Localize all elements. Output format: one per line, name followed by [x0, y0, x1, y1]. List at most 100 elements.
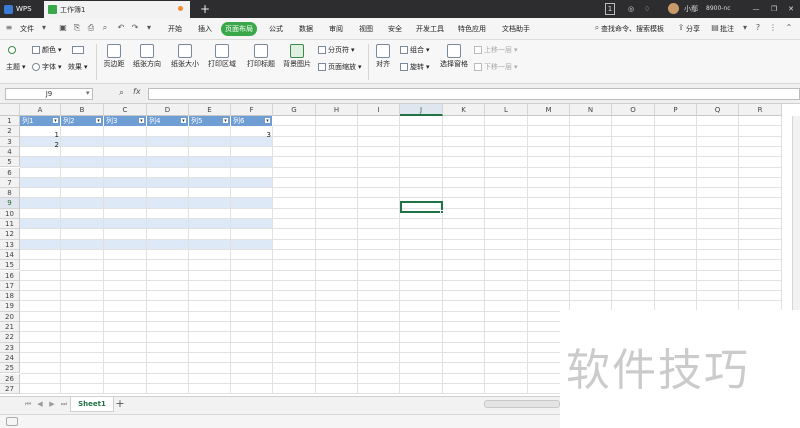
table-header-cell[interactable]: 列3 ▾ [104, 116, 147, 126]
tab-review[interactable]: 审阅 [324, 22, 348, 36]
row-header-19[interactable]: 19 [0, 301, 20, 312]
row-header-6[interactable]: 6 [0, 167, 20, 178]
last-sheet-icon[interactable]: ⏭ [60, 400, 68, 408]
row-header-7[interactable]: 7 [0, 177, 20, 189]
tab-special[interactable]: 特色应用 [454, 22, 490, 36]
name-box[interactable]: J9 [5, 88, 93, 100]
theme-icon[interactable] [8, 45, 16, 55]
macro-record-icon[interactable] [6, 417, 18, 426]
add-sheet-button[interactable]: + [114, 397, 126, 411]
chevron-down-icon[interactable]: ▾ [86, 89, 90, 97]
bring-forward-button[interactable]: 上移一层 ▾ [474, 45, 518, 55]
table-header-cell[interactable]: 列2 ▾ [61, 116, 104, 126]
align-button[interactable]: 对齐 [372, 44, 394, 69]
row-header-27[interactable]: 27 [0, 383, 20, 395]
column-header-P[interactable]: P [655, 104, 697, 116]
row-header-20[interactable]: 20 [0, 311, 20, 322]
row-header-23[interactable]: 23 [0, 342, 20, 353]
active-cell-J9[interactable] [400, 201, 444, 214]
tab-security[interactable]: 安全 [383, 22, 407, 36]
tab-doc-assistant[interactable]: 文档助手 [498, 22, 534, 36]
filter-dropdown-icon[interactable]: ▾ [180, 117, 187, 124]
minimize-button[interactable]: — [750, 3, 762, 15]
chevron-down-icon[interactable]: ▾ [740, 23, 750, 33]
table-header-cell[interactable]: 列4 ▾ [147, 116, 189, 126]
row-header-1[interactable]: 1 [0, 116, 20, 127]
cell-A2[interactable]: 1 [20, 131, 61, 139]
hamburger-icon[interactable]: ≡ [5, 23, 13, 33]
orientation-button[interactable]: 纸张方向 [130, 44, 164, 69]
print-titles-button[interactable]: 打印标题 [244, 44, 278, 69]
fill-handle[interactable] [440, 210, 444, 214]
prev-sheet-icon[interactable]: ◀ [36, 400, 44, 408]
group-button[interactable]: 组合 ▾ [400, 45, 430, 55]
row-header-13[interactable]: 13 [0, 239, 20, 250]
formula-input[interactable] [148, 88, 800, 100]
avatar[interactable] [668, 3, 679, 14]
redo-icon[interactable]: ↷ [130, 23, 140, 33]
filter-dropdown-icon[interactable]: ▾ [52, 117, 59, 124]
row-header-25[interactable]: 25 [0, 363, 20, 374]
fonts-button[interactable]: 字体 ▾ [32, 62, 62, 72]
row-header-17[interactable]: 17 [0, 280, 20, 292]
tab-insert[interactable]: 插入 [193, 22, 217, 36]
wps-home-tab[interactable]: WPS [0, 0, 44, 18]
document-tab[interactable]: 工作簿1 [44, 1, 190, 18]
filter-dropdown-icon[interactable]: ▾ [222, 117, 229, 124]
menu-file[interactable]: 文件 [16, 22, 38, 36]
column-header-M[interactable]: M [528, 104, 570, 116]
table-header-cell[interactable]: 列6 ▾ [231, 116, 273, 126]
cell-A3[interactable]: 2 [20, 141, 61, 149]
fx-icon[interactable]: fx [133, 87, 141, 96]
skin-icon[interactable]: ◎ [628, 3, 638, 15]
theme-button[interactable]: 主题 ▾ [6, 62, 26, 72]
column-header-O[interactable]: O [612, 104, 655, 116]
breaks-button[interactable]: 分页符 ▾ [318, 45, 355, 55]
print-icon[interactable]: ⎙ [86, 23, 96, 33]
filter-dropdown-icon[interactable]: ▾ [95, 117, 102, 124]
row-header-9[interactable]: 9 [0, 198, 20, 209]
filter-dropdown-icon[interactable]: ▾ [138, 117, 145, 124]
row-header-11[interactable]: 11 [0, 219, 20, 230]
row-header-18[interactable]: 18 [0, 291, 20, 302]
comment-icon[interactable]: ▤ [710, 23, 720, 33]
effects-button[interactable]: 效果 ▾ [68, 62, 88, 72]
column-header-Q[interactable]: Q [697, 104, 739, 116]
tab-page-layout[interactable]: 页面布局 [221, 22, 257, 36]
cell-F2[interactable]: 3 [231, 131, 273, 139]
row-header-4[interactable]: 4 [0, 146, 20, 158]
column-header-J[interactable]: J [400, 104, 443, 116]
page-zoom-button[interactable]: 页面缩放 ▾ [318, 62, 362, 72]
column-header-R[interactable]: R [739, 104, 782, 116]
tab-developer[interactable]: 开发工具 [412, 22, 448, 36]
maximize-button[interactable]: ❐ [768, 3, 780, 15]
column-header-G[interactable]: G [273, 104, 316, 116]
column-header-B[interactable]: B [61, 104, 104, 116]
filter-dropdown-icon[interactable]: ▾ [264, 117, 271, 124]
shirt-icon[interactable]: ♢ [644, 3, 654, 15]
row-header-21[interactable]: 21 [0, 322, 20, 333]
export-pdf-icon[interactable]: ⎘ [72, 23, 82, 33]
share-icon[interactable]: ⇪ [676, 23, 686, 33]
page-count-badge[interactable]: 1 [605, 3, 615, 15]
chevron-down-icon[interactable]: ▾ [144, 23, 154, 33]
zoom-icon[interactable]: ⌕ [119, 88, 124, 98]
print-area-button[interactable]: 打印区域 [205, 44, 239, 69]
effects-icon[interactable] [72, 45, 84, 55]
row-header-16[interactable]: 16 [0, 270, 20, 281]
row-header-3[interactable]: 3 [0, 136, 20, 147]
row-header-22[interactable]: 22 [0, 332, 20, 343]
comment-button[interactable]: 批注 [720, 22, 740, 36]
collapse-ribbon-icon[interactable]: ⌃ [784, 23, 794, 33]
close-button[interactable]: ✕ [785, 3, 797, 15]
rotate-button[interactable]: 旋转 ▾ [400, 62, 430, 72]
save-icon[interactable]: ▣ [58, 23, 68, 33]
column-header-L[interactable]: L [485, 104, 528, 116]
undo-icon[interactable]: ↶ [116, 23, 126, 33]
tab-view[interactable]: 视图 [354, 22, 378, 36]
row-header-24[interactable]: 24 [0, 352, 20, 364]
row-header-5[interactable]: 5 [0, 157, 20, 168]
selection-pane-button[interactable]: 选择窗格 [437, 44, 471, 69]
sheet-tab-sheet1[interactable]: Sheet1 [70, 397, 114, 412]
column-header-A[interactable]: A [20, 104, 61, 116]
